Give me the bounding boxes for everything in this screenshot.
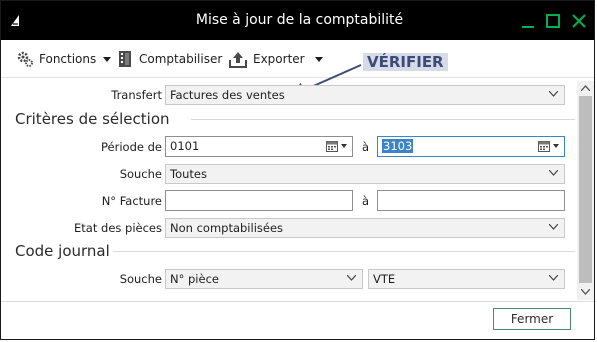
date-picker-button[interactable] <box>538 140 559 152</box>
transfert-value: Factures des ventes <box>170 88 285 102</box>
etat-select[interactable]: Non comptabilisées <box>165 218 565 238</box>
app-window: Mise à jour de la comptabilité Fonctions <box>0 0 595 340</box>
souche-select[interactable]: Toutes <box>165 164 565 184</box>
journal-souche-value: N° pièce <box>170 272 219 286</box>
footer-divider <box>1 301 594 302</box>
periode-to-field[interactable]: 3103 <box>377 136 565 157</box>
etat-value: Non comptabilisées <box>170 221 284 235</box>
souche-value: Toutes <box>170 167 207 181</box>
scroll-down-icon[interactable] <box>581 289 590 295</box>
close-icon[interactable] <box>571 13 587 29</box>
date-picker-button[interactable] <box>326 140 347 152</box>
annotation-label: VÉRIFIER <box>363 53 448 71</box>
journal-code-select[interactable]: VTE <box>368 269 565 289</box>
scroll-up-icon[interactable] <box>581 85 590 91</box>
chevron-down-icon <box>553 144 559 148</box>
scrollbar-thumb[interactable] <box>579 96 592 283</box>
periode-label: Période de <box>101 140 162 154</box>
facture-label: N° Facture <box>101 194 162 208</box>
title-bar: Mise à jour de la comptabilité <box>1 1 594 40</box>
vertical-scrollbar[interactable] <box>577 81 594 300</box>
gears-icon <box>17 51 33 67</box>
section-divider <box>191 119 575 120</box>
chevron-down-icon <box>549 91 558 97</box>
fonctions-menu[interactable]: Fonctions <box>16 50 112 68</box>
window-title: Mise à jour de la comptabilité <box>195 12 404 28</box>
export-icon <box>229 52 247 68</box>
comptabiliser-label: Comptabiliser <box>139 52 223 66</box>
chevron-down-icon <box>103 56 112 62</box>
transfert-select[interactable]: Factures des ventes <box>165 85 565 105</box>
a-label: à <box>361 140 369 154</box>
facture-from-field[interactable] <box>165 190 353 211</box>
fonctions-label: Fonctions <box>39 52 97 66</box>
toolbar: Fonctions Comptabiliser Exporter <box>1 41 594 78</box>
maximize-icon[interactable] <box>545 13 561 29</box>
exporter-label: Exporter <box>253 52 305 66</box>
comptabiliser-button[interactable]: Comptabiliser <box>116 50 222 68</box>
close-button[interactable]: Fermer <box>493 308 571 330</box>
calendar-icon <box>538 141 550 152</box>
journal-souche-label: Souche <box>119 272 162 286</box>
etat-label: Etat des pièces <box>74 221 162 235</box>
chevron-down-icon <box>347 275 356 281</box>
ledger-icon <box>119 51 131 67</box>
exporter-menu[interactable]: Exporter <box>228 50 323 68</box>
minimize-icon[interactable] <box>520 13 536 29</box>
a-label: à <box>361 194 369 208</box>
criteres-heading: Critères de sélection <box>15 110 170 128</box>
journal-souche-select[interactable]: N° pièce <box>165 269 363 289</box>
journal-code-value: VTE <box>373 272 396 286</box>
transfert-label: Transfert <box>111 88 162 102</box>
chevron-down-icon <box>314 56 323 62</box>
chevron-down-icon <box>549 224 558 230</box>
journal-heading: Code journal <box>15 242 110 260</box>
periode-to-value: 3103 <box>382 139 414 153</box>
chevron-down-icon <box>549 275 558 281</box>
chevron-down-icon <box>341 144 347 148</box>
facture-to-field[interactable] <box>377 190 565 211</box>
chevron-down-icon <box>549 170 558 176</box>
souche-label: Souche <box>119 167 162 181</box>
calendar-icon <box>326 141 338 152</box>
section-divider <box>113 251 575 252</box>
periode-from-value: 0101 <box>170 139 200 153</box>
periode-from-field[interactable]: 0101 <box>165 136 353 157</box>
